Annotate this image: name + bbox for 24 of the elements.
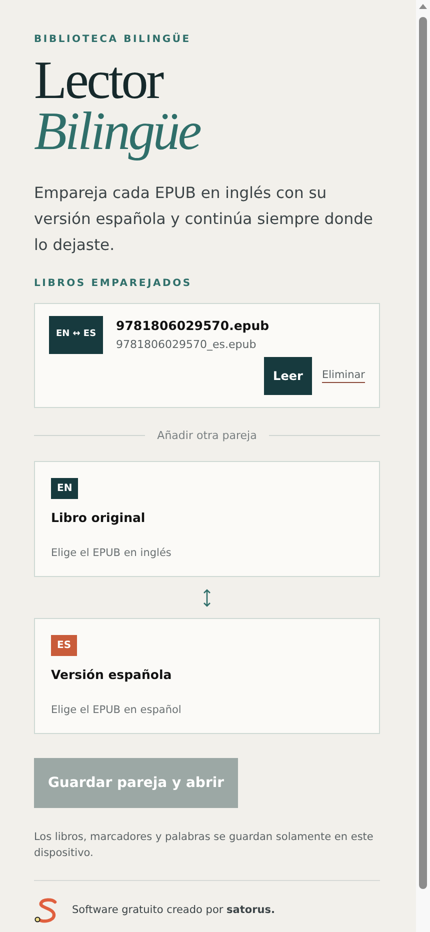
file-drop-card[interactable]: EN Libro original Elige el EPUB en inglés xyxy=(34,461,380,578)
original-file-name: 9781806029570.epub xyxy=(116,316,270,335)
eyebrow-label: BIBLIOTECA BILINGÜE xyxy=(34,32,191,47)
file-drop-card[interactable]: ES Versión española Elige el EPUB en español xyxy=(34,618,380,734)
drop-card-title: Versión española xyxy=(51,666,172,684)
translation-file-name: 9781806029570_es.epub xyxy=(116,336,258,353)
language-pair-badge: EN ↔ ES xyxy=(49,316,103,354)
language-badge: ES xyxy=(51,635,78,656)
intro-text: Empareja cada EPUB en inglés con su versión española y continúa siempre donde lo dejaste. xyxy=(34,182,374,256)
section-heading: LIBROS EMPAREJADOS xyxy=(34,276,192,291)
scrollbar[interactable] xyxy=(416,0,430,932)
footer-credit: Software gratuito creado por satorus. xyxy=(72,903,276,918)
drop-card-hint: Elige el EPUB en español xyxy=(51,702,182,718)
divider-label: Añadir otra pareja xyxy=(157,428,257,444)
up-down-arrow-icon xyxy=(203,588,211,607)
drop-card-hint: Elige el EPUB en inglés xyxy=(51,546,172,561)
logo-icon xyxy=(34,898,58,924)
app-title-subtitle: Bilingüe xyxy=(34,106,200,158)
read-button[interactable]: Leer xyxy=(264,356,312,395)
delete-link[interactable]: Eliminar xyxy=(322,368,365,384)
app-title: Lector xyxy=(34,55,162,106)
drop-card-title: Libro original xyxy=(51,509,146,528)
storage-note: Los libros, marcadores y palabras se guardan solamente en este dispositivo. xyxy=(34,830,374,862)
language-badge: EN xyxy=(51,478,78,500)
